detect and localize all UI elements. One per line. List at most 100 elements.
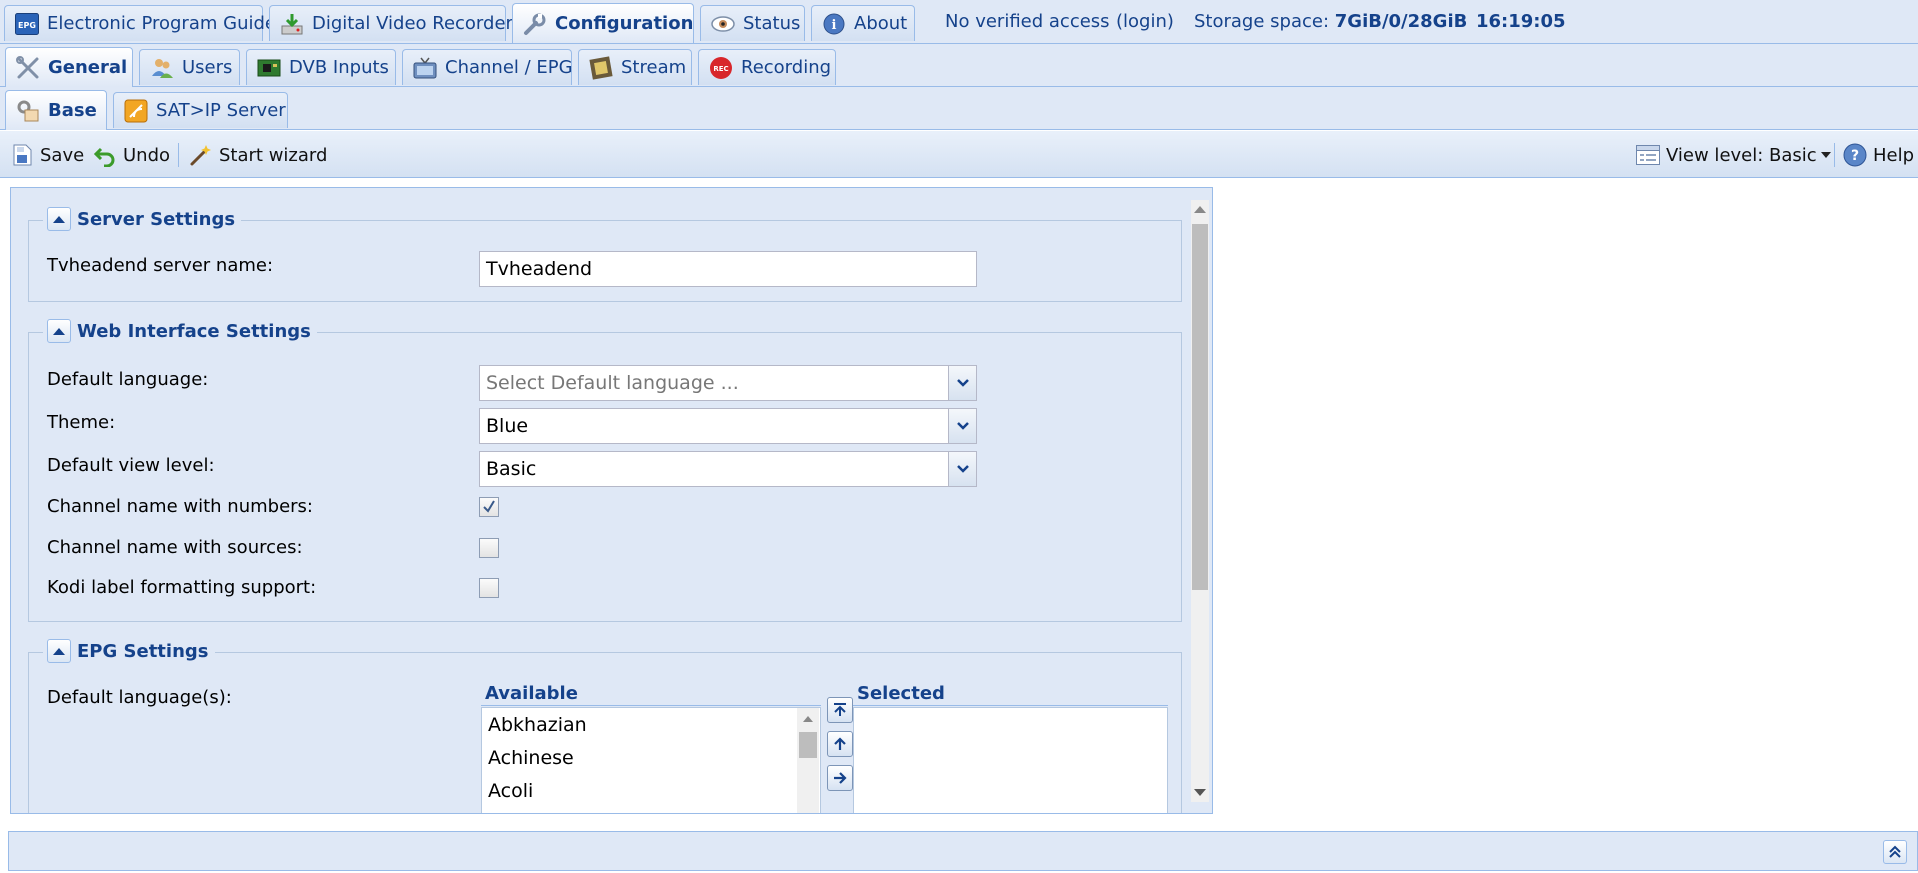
tab-satip-server-label: SAT>IP Server — [156, 100, 286, 121]
default-view-level-select[interactable]: Basic — [479, 451, 977, 487]
tools-icon — [16, 55, 40, 80]
bottom-log-bar — [8, 831, 1918, 871]
default-language-placeholder: Select Default language ... — [486, 372, 739, 394]
panel-scroll-thumb[interactable] — [1192, 224, 1208, 590]
info-icon: i — [822, 12, 846, 36]
tab-dvr-label: Digital Video Recorder — [312, 13, 513, 34]
available-header-line — [481, 705, 821, 706]
access-status: No verified access — [945, 11, 1110, 32]
default-view-level-dropdown-trigger[interactable] — [948, 452, 976, 486]
toolbar-separator — [178, 143, 179, 167]
web-interface-section: Web Interface Settings Default language:… — [28, 319, 1182, 622]
checkmark-icon — [483, 500, 495, 513]
users-icon — [150, 56, 174, 80]
chevron-up-icon — [53, 327, 65, 335]
undo-icon — [93, 143, 117, 167]
film-icon — [589, 55, 613, 80]
kodi-formatting-checkbox[interactable] — [479, 578, 499, 598]
start-wizard-button[interactable]: Start wizard — [189, 141, 327, 169]
double-chevron-up-icon — [1889, 845, 1901, 858]
tab-channel-epg-label: Channel / EPG — [445, 57, 573, 78]
list-item[interactable]: Acoli — [482, 774, 820, 807]
login-link[interactable]: (login) — [1116, 11, 1174, 32]
svg-text:?: ? — [1851, 148, 1859, 164]
tab-epg[interactable]: EPG Electronic Program Guide — [4, 5, 276, 41]
tab-users[interactable]: Users — [139, 49, 240, 85]
clock: 16:19:05 — [1476, 11, 1566, 32]
channel-sources-label: Channel name with sources: — [47, 537, 303, 558]
wand-icon — [189, 143, 213, 167]
channel-numbers-checkbox[interactable] — [479, 497, 499, 517]
tab-dvr[interactable]: Digital Video Recorder — [269, 5, 513, 41]
move-up-button[interactable] — [827, 731, 853, 757]
tab-stream[interactable]: Stream — [578, 49, 692, 85]
tab-satip-server[interactable]: SAT>IP Server — [113, 92, 288, 128]
selected-header: Selected — [857, 683, 945, 704]
settings-panel: Server Settings Tvheadend server name: T… — [10, 187, 1213, 814]
available-languages-list[interactable]: Abkhazian Achinese Acoli — [481, 707, 821, 813]
toolbar: Save Undo Start wizard View level: Basic… — [0, 131, 1918, 178]
tab-general[interactable]: General — [5, 47, 133, 87]
server-name-input[interactable]: Tvheadend — [479, 251, 977, 287]
chevron-down-icon — [956, 422, 969, 430]
tab-status[interactable]: Status — [700, 5, 805, 41]
tab-base[interactable]: Base — [5, 90, 107, 130]
tab-dvb-inputs[interactable]: DVB Inputs — [246, 49, 396, 85]
main-tab-bar: EPG Electronic Program Guide Digital Vid… — [0, 0, 1918, 44]
collapse-server-settings-button[interactable] — [47, 207, 71, 231]
tab-channel-epg[interactable]: Channel / EPG — [402, 49, 573, 85]
channel-sources-checkbox[interactable] — [479, 538, 499, 558]
default-view-level-value: Basic — [486, 458, 537, 480]
server-settings-section: Server Settings Tvheadend server name: T… — [28, 207, 1182, 302]
arrow-top-icon — [834, 703, 846, 716]
tab-dvb-inputs-label: DVB Inputs — [289, 57, 389, 78]
undo-button[interactable]: Undo — [93, 141, 170, 169]
start-wizard-label: Start wizard — [219, 144, 328, 166]
add-right-button[interactable] — [827, 765, 853, 791]
list-item[interactable]: Abkhazian — [482, 708, 820, 741]
tab-recording[interactable]: REC Recording — [698, 49, 836, 85]
default-language-dropdown-trigger[interactable] — [948, 366, 976, 400]
help-label: Help — [1873, 144, 1915, 166]
chevron-up-icon — [53, 647, 65, 655]
panel-scrollbar[interactable] — [1191, 200, 1209, 802]
storage-space: Storage space: 7GiB/0/28GiB — [1194, 11, 1467, 32]
tab-configuration[interactable]: Configuration — [512, 3, 694, 43]
default-view-level-label: Default view level: — [47, 455, 215, 476]
eye-icon — [711, 12, 735, 36]
chevron-up-icon — [53, 215, 65, 223]
collapse-epg-settings-button[interactable] — [47, 639, 71, 663]
help-icon: ? — [1843, 143, 1867, 167]
server-settings-title: Server Settings — [77, 208, 236, 230]
save-button[interactable]: Save — [10, 141, 84, 169]
chevron-down-icon — [956, 465, 969, 473]
selected-languages-list[interactable] — [853, 707, 1168, 813]
collapse-web-interface-button[interactable] — [47, 319, 71, 343]
server-name-label: Tvheadend server name: — [47, 255, 274, 276]
tab-stream-label: Stream — [621, 57, 687, 78]
kodi-formatting-label: Kodi label formatting support: — [47, 577, 317, 598]
help-button[interactable]: ? Help — [1843, 141, 1914, 169]
theme-select[interactable]: Blue — [479, 408, 977, 444]
tab-epg-label: Electronic Program Guide — [47, 13, 276, 34]
list-item[interactable]: Achinese — [482, 741, 820, 774]
tab-about[interactable]: i About — [811, 5, 915, 41]
view-level-button[interactable]: View level: Basic — [1636, 141, 1831, 169]
tv-icon — [413, 56, 437, 80]
general-tab-bar: Base SAT>IP Server — [0, 87, 1918, 130]
available-list-scrollbar[interactable] — [797, 708, 819, 813]
move-top-button[interactable] — [827, 697, 853, 723]
scroll-thumb[interactable] — [799, 732, 817, 758]
available-header: Available — [485, 683, 578, 704]
expand-log-button[interactable] — [1883, 840, 1907, 864]
chevron-down-icon — [1820, 152, 1831, 158]
epg-settings-legend: EPG Settings — [43, 639, 215, 663]
tab-base-label: Base — [48, 100, 97, 121]
epg-icon: EPG — [15, 12, 39, 36]
default-language-select[interactable]: Select Default language ... — [479, 365, 977, 401]
tab-general-label: General — [48, 57, 128, 78]
undo-label: Undo — [123, 144, 171, 166]
base-icon — [16, 99, 40, 123]
svg-text:EPG: EPG — [18, 21, 36, 30]
theme-dropdown-trigger[interactable] — [948, 409, 976, 443]
